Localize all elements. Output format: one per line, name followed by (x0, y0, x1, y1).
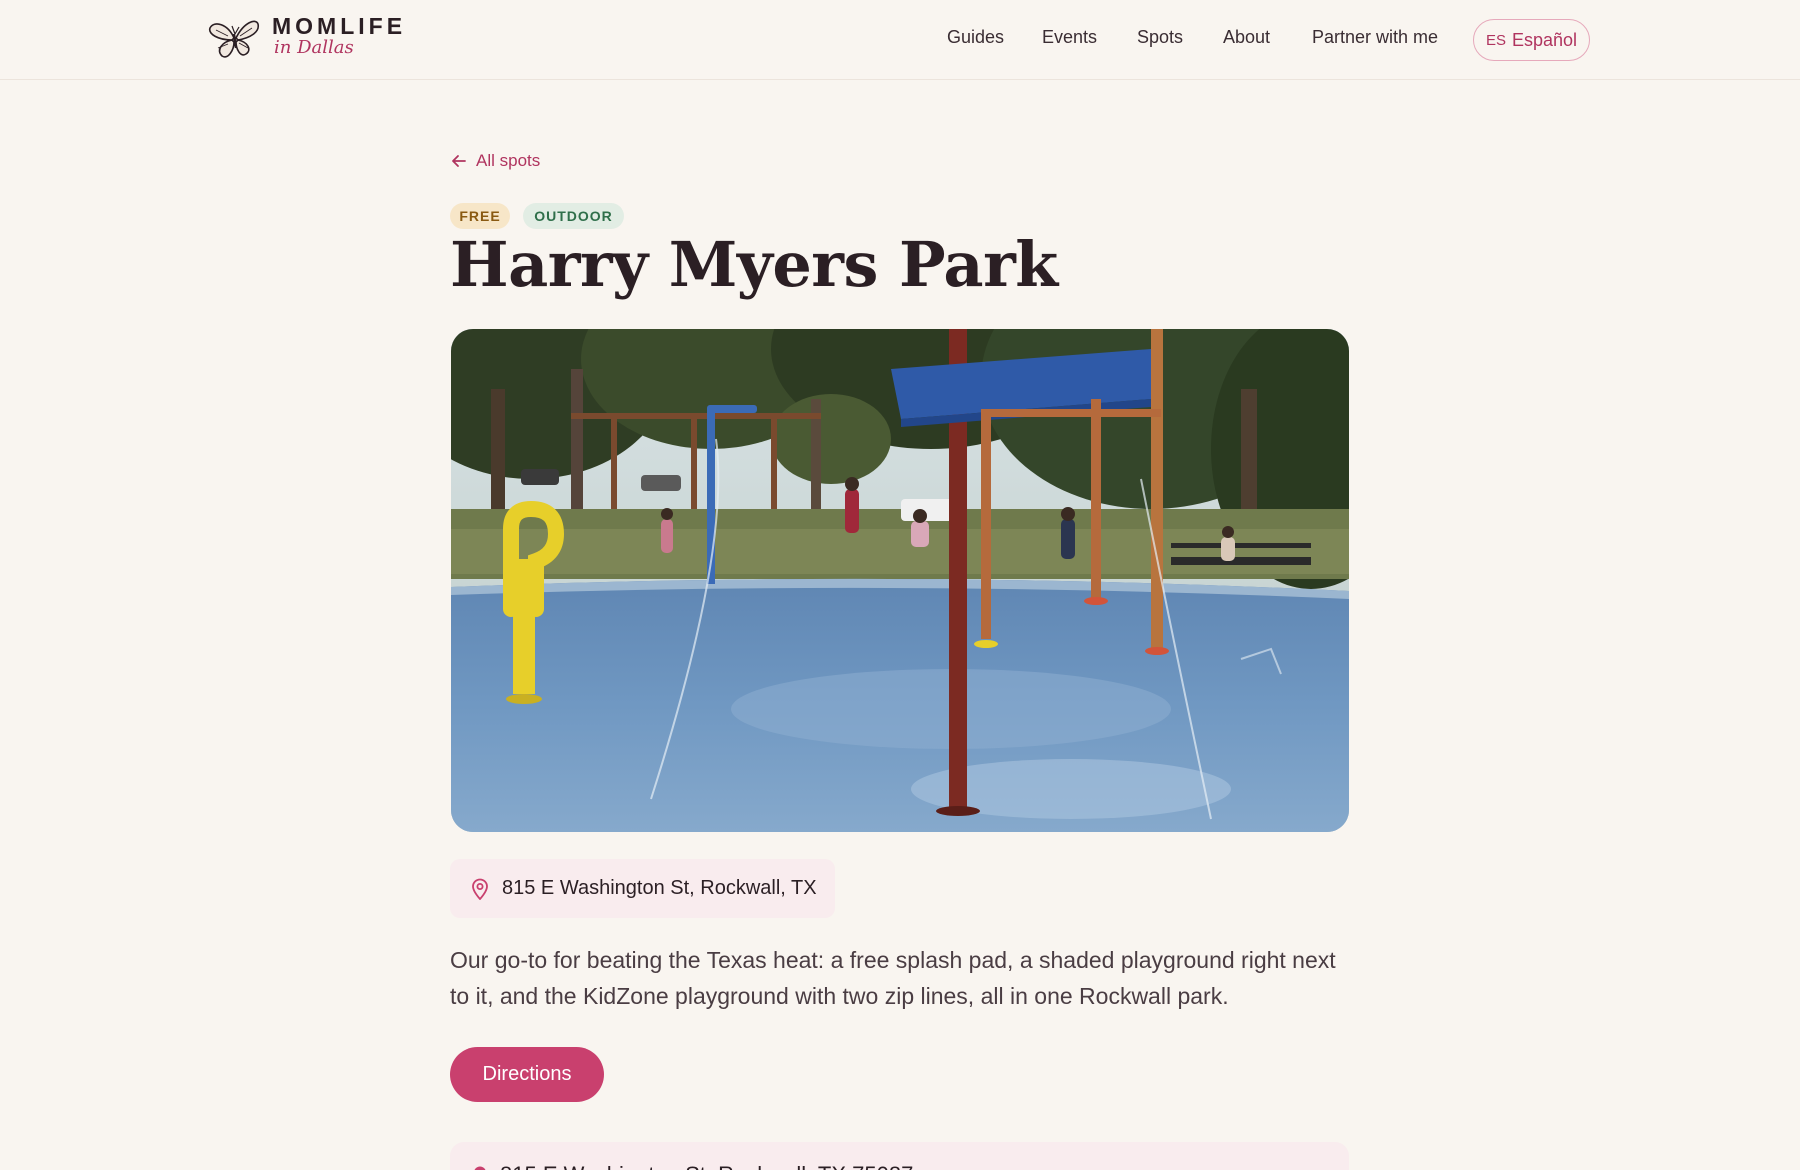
tag-outdoor-badge: OUTDOOR (523, 203, 624, 229)
back-to-all-spots-link[interactable]: All spots (450, 151, 540, 171)
arrow-left-icon (452, 155, 466, 167)
tag-free-badge: FREE (450, 203, 510, 229)
full-address-text: 815 E Washington St, Rockwall, TX 75087 (500, 1162, 913, 1170)
address-chip[interactable]: 815 E Washington St, Rockwall, TX (450, 859, 835, 918)
map-card[interactable]: 815 E Washington St, Rockwall, TX 75087 (450, 1142, 1349, 1170)
back-link-label: All spots (476, 151, 541, 170)
spot-description: Our go-to for beating the Texas heat: a … (450, 947, 1336, 1009)
spot-photo (451, 329, 1349, 832)
nav-spots[interactable]: Spots (1137, 27, 1183, 48)
language-code: ES (1485, 31, 1506, 49)
map-pin-icon (474, 1166, 486, 1170)
page-title: Harry Myers Park (450, 228, 1058, 301)
map-pin-icon (472, 878, 488, 900)
nav-partner[interactable]: Partner with me (1312, 27, 1438, 48)
directions-button[interactable]: Directions (450, 1047, 604, 1102)
language-toggle-button[interactable]: ES Español (1473, 19, 1590, 61)
site-header: MOMLIFE in Dallas Guides Events Spots Ab… (0, 0, 1800, 80)
nav-events[interactable]: Events (1042, 27, 1097, 48)
language-label: Español (1511, 29, 1578, 50)
address-text: 815 E Washington St, Rockwall, TX (502, 877, 817, 899)
nav-guides[interactable]: Guides (947, 27, 1004, 48)
nav-about[interactable]: About (1223, 27, 1270, 48)
main-nav: Guides Events Spots About Partner with m… (0, 0, 1800, 80)
